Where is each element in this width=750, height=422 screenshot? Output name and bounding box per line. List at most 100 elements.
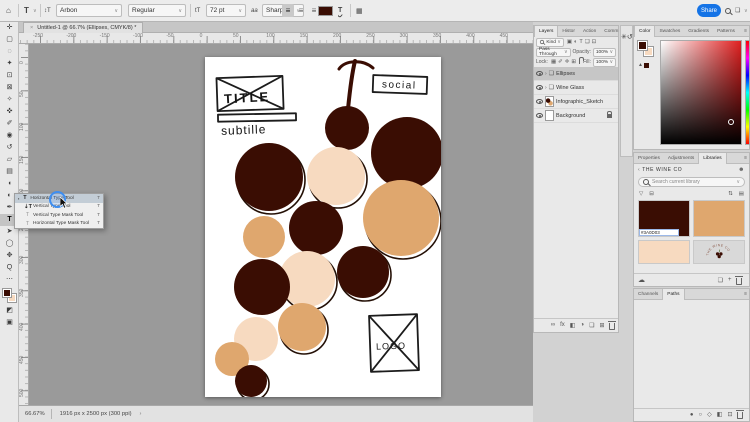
eyedropper-tool[interactable]: ✧ <box>0 94 19 106</box>
stroke-path-icon[interactable]: ○ <box>699 412 703 418</box>
library-name[interactable]: THE WINE CO <box>642 167 682 173</box>
library-search-input[interactable]: Search current library ∨ <box>638 177 745 187</box>
path-as-selection-icon[interactable]: ◇ <box>707 411 712 418</box>
lock-position-icon[interactable]: ✛ <box>565 59 570 65</box>
tab-channels[interactable]: Channels <box>634 289 662 300</box>
delete-path-icon[interactable] <box>737 412 743 419</box>
lock-pixels-icon[interactable]: ✐ <box>558 59 563 65</box>
saturation-brightness-field[interactable] <box>660 40 742 145</box>
status-arrow-icon[interactable]: › <box>140 411 142 417</box>
new-group-icon[interactable]: ❏ <box>589 322 594 329</box>
delete-icon[interactable] <box>736 278 742 285</box>
lasso-tool[interactable]: ◌ <box>0 46 19 58</box>
hue-slider[interactable] <box>745 40 750 145</box>
color-swatches[interactable] <box>0 288 19 305</box>
new-layer-icon[interactable]: ⊞ <box>599 322 604 329</box>
hand-tool[interactable]: ✥ <box>0 250 19 262</box>
adjustment-layer-icon[interactable]: ◑ <box>580 322 584 328</box>
ellipse-tool[interactable]: ◯ <box>0 238 19 250</box>
font-style-select[interactable]: Regular∨ <box>128 4 186 17</box>
layer-row-background[interactable]: Background <box>534 109 618 123</box>
filter-kind-select[interactable]: Kind ∨ <box>536 38 564 47</box>
quick-mask-tool[interactable]: ◩ <box>0 305 19 317</box>
tab-properties[interactable]: Properties <box>634 153 664 164</box>
tab-history[interactable]: Histor <box>558 26 579 37</box>
align-center-button[interactable]: ≡ <box>295 4 307 17</box>
horizontal-ruler[interactable]: -250-200-150-100-50050100150200250300350… <box>19 33 533 44</box>
move-tool[interactable]: ✛ <box>0 22 19 34</box>
foreground-color-swatch[interactable] <box>638 41 647 50</box>
workspace-caret-icon[interactable]: ∨ <box>744 0 748 21</box>
tab-paths[interactable]: Paths <box>662 289 684 300</box>
filter-adjustment-layers-icon[interactable]: ◐ <box>574 39 577 45</box>
sync-status-icon[interactable]: ☁ <box>638 276 645 284</box>
crop-tool[interactable]: ⊡ <box>0 70 19 82</box>
search-icon[interactable] <box>725 0 731 21</box>
back-icon[interactable]: ‹ <box>638 167 640 173</box>
collaborators-icon[interactable]: ☻ <box>738 167 745 173</box>
document-tab[interactable]: × Untitled-1 @ 66.7% (Ellipses, CMYK/8) … <box>23 22 143 33</box>
visibility-eye-icon[interactable] <box>536 71 543 76</box>
visibility-eye-icon[interactable] <box>536 99 543 104</box>
align-left-button[interactable]: ≡ <box>282 4 294 17</box>
history-brush-tool[interactable]: ↺ <box>0 142 19 154</box>
gamut-warning[interactable]: ▲ <box>638 62 649 68</box>
tab-gradients[interactable]: Gradients <box>684 26 713 37</box>
library-color-swatch[interactable]: #3A0D03 <box>638 200 690 237</box>
visibility-eye-icon[interactable] <box>536 113 543 118</box>
menu-item-vertical-type-mask-tool[interactable]: T Vertical Type Mask Tool T <box>15 211 103 220</box>
color-hex-label[interactable]: #3A0D03 <box>639 229 679 236</box>
color-picker-ring[interactable] <box>728 119 734 125</box>
filter-pixel-layers-icon[interactable]: ▣ <box>567 39 572 45</box>
fill-select[interactable]: 100% ∨ <box>593 58 616 67</box>
font-size-select[interactable]: 72 pt∨ <box>206 4 246 17</box>
filter-items-icon[interactable]: ▽ <box>639 191 643 197</box>
new-path-icon[interactable]: ⊡ <box>727 411 732 418</box>
screen-mode-tool[interactable]: ▣ <box>0 317 19 329</box>
filter-shape-layers-icon[interactable]: ❏ <box>585 39 590 45</box>
frame-tool[interactable]: ⊠ <box>0 82 19 94</box>
tool-caret-icon[interactable]: ∨ <box>33 0 37 21</box>
blend-mode-select[interactable]: Pass Through∨ <box>536 48 571 57</box>
tab-libraries[interactable]: Libraries <box>698 153 726 164</box>
tab-patterns[interactable]: Patterns <box>713 26 739 37</box>
gradient-tool[interactable]: ▤ <box>0 166 19 178</box>
tab-actions[interactable]: Action <box>579 26 600 37</box>
marquee-tool[interactable]: ▢ <box>0 34 19 46</box>
close-tab-icon[interactable]: × <box>30 25 33 31</box>
tab-adjustments[interactable]: Adjustments <box>664 153 698 164</box>
text-color-swatch[interactable] <box>318 6 333 16</box>
visibility-eye-icon[interactable] <box>536 85 543 90</box>
add-library-item-icon[interactable]: + <box>728 277 732 283</box>
foreground-color-swatch[interactable] <box>3 289 11 297</box>
object-selection-tool[interactable]: ✦ <box>0 58 19 70</box>
group-items-icon[interactable]: ⊟ <box>649 191 654 197</box>
blur-tool[interactable]: ◖ <box>0 178 19 190</box>
share-button[interactable]: Share <box>697 4 721 17</box>
filter-type-layers-icon[interactable]: T <box>579 39 582 45</box>
zoom-level-field[interactable]: 66.67% <box>19 409 52 419</box>
artboard[interactable]: TITLE subtille social LOGO <box>205 57 441 397</box>
canvas-area[interactable]: TITLE subtille social LOGO <box>29 44 533 405</box>
mask-from-path-icon[interactable]: ◧ <box>717 411 723 418</box>
view-list-icon[interactable]: ▤ <box>739 191 744 197</box>
new-library-group-icon[interactable]: ❏ <box>718 277 723 284</box>
document-info[interactable]: 1916 px x 2500 px (300 ppi) › <box>52 411 150 417</box>
tab-color[interactable]: Color <box>634 26 655 37</box>
tab-layers[interactable]: Layers <box>534 26 558 37</box>
panel-menu-icon[interactable]: ≡ <box>744 155 747 161</box>
link-layers-icon[interactable]: ∞ <box>551 322 555 328</box>
panel-menu-icon[interactable]: ≡ <box>744 291 747 297</box>
healing-brush-tool[interactable]: ✜ <box>0 106 19 118</box>
clone-stamp-tool[interactable]: ◉ <box>0 130 19 142</box>
toggle-panels-icon[interactable]: ▦ <box>356 0 363 21</box>
home-icon[interactable]: ⌂ <box>6 0 11 21</box>
filter-smart-objects-icon[interactable]: ⊡ <box>592 39 597 45</box>
add-mask-icon[interactable]: ◧ <box>570 322 576 329</box>
layer-effects-icon[interactable]: fx <box>560 322 565 328</box>
library-color-swatch[interactable] <box>638 240 690 264</box>
tab-swatches[interactable]: Swatches <box>655 26 684 37</box>
lock-transparency-icon[interactable]: ▦ <box>551 59 556 65</box>
lock-artboard-icon[interactable]: ⊞ <box>571 59 576 65</box>
font-family-select[interactable]: Arbon∨ <box>56 4 122 17</box>
